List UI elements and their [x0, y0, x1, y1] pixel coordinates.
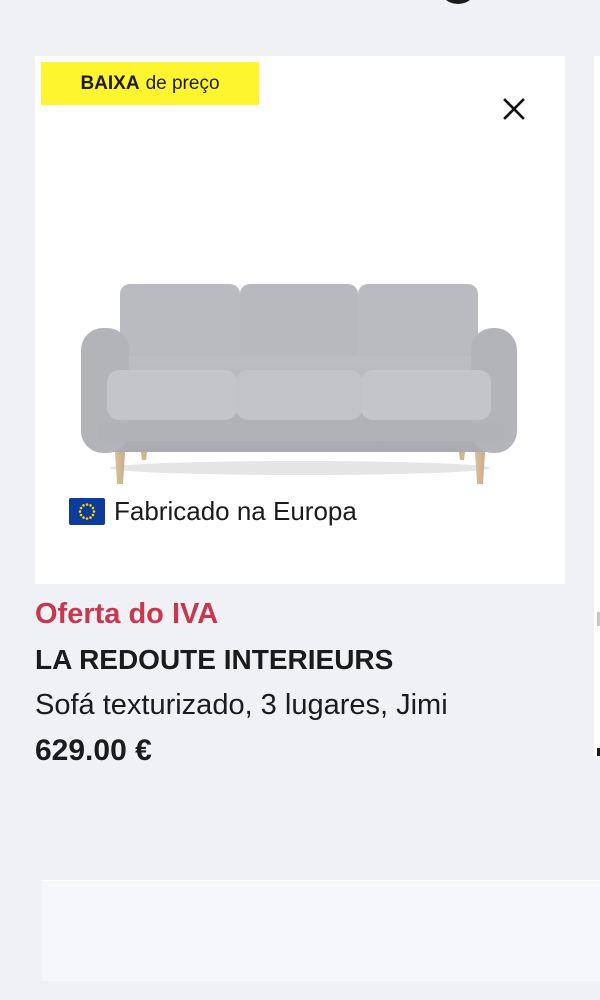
price-drop-badge-text: de preço — [145, 72, 220, 94]
top-cutoff-glyph — [438, 0, 478, 4]
origin-label-text: Fabricado na Europa — [114, 495, 357, 526]
brand-name[interactable]: LA REDOUTE INTERIEURS — [35, 644, 393, 676]
bottom-panel — [42, 880, 600, 981]
close-icon[interactable] — [497, 92, 531, 126]
price-drop-badge-strong: BAIXA — [80, 72, 140, 94]
origin-label: Fabricado na Europa — [69, 493, 357, 529]
price-drop-badge: BAIXA de preço — [41, 62, 259, 105]
product-card[interactable]: BAIXA de preço Fabricado na Europa — [35, 56, 565, 584]
next-card-edge[interactable] — [594, 56, 600, 756]
product-title[interactable]: Sofá texturizado, 3 lugares, Jimi — [35, 689, 448, 722]
price: 629.00 € — [35, 734, 152, 767]
eu-flag-icon — [69, 497, 105, 525]
offer-tag: Oferta do IVA — [35, 598, 219, 630]
sofa-image[interactable] — [75, 278, 525, 488]
